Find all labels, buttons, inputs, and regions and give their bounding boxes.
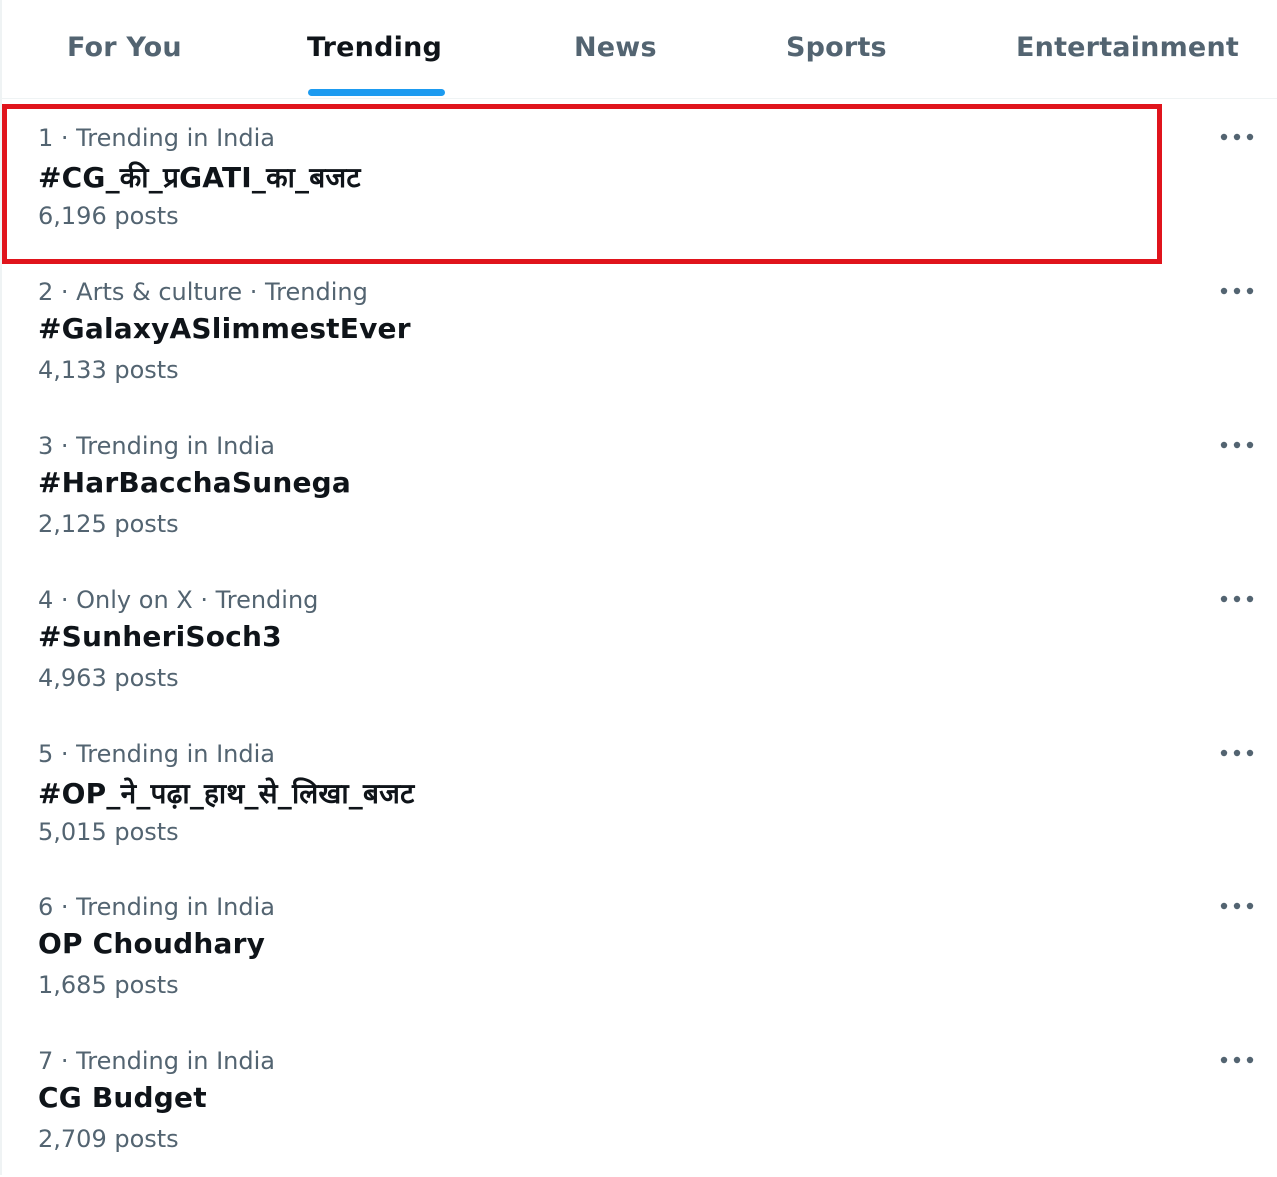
more-options-button[interactable] — [1217, 427, 1257, 463]
trend-post-count: 2,125 posts — [38, 510, 179, 538]
more-options-button[interactable] — [1217, 273, 1257, 309]
trend-post-count: 6,196 posts — [38, 202, 179, 230]
trend-item[interactable]: 2 · Arts & culture · Trending #GalaxyASl… — [2, 255, 1275, 408]
trend-post-count: 4,963 posts — [38, 664, 179, 692]
more-horizontal-icon — [1220, 595, 1254, 603]
tab-label: News — [574, 32, 657, 63]
trend-item[interactable]: 1 · Trending in India #CG_की_प्रGATI_का_… — [2, 101, 1275, 254]
active-tab-indicator — [308, 89, 445, 96]
tab-sports[interactable]: Sports — [762, 0, 922, 98]
tab-label: Sports — [786, 32, 887, 63]
trend-title: #SunheriSoch3 — [38, 620, 282, 653]
tab-label: Trending — [307, 32, 443, 63]
trend-item[interactable]: 7 · Trending in India CG Budget 2,709 po… — [2, 1024, 1275, 1177]
trend-context: 2 · Arts & culture · Trending — [38, 278, 368, 306]
more-horizontal-icon — [1220, 749, 1254, 757]
more-horizontal-icon — [1220, 1056, 1254, 1064]
tab-label: Entertainment — [1016, 32, 1239, 63]
more-options-button[interactable] — [1217, 888, 1257, 924]
trend-context: 1 · Trending in India — [38, 124, 275, 152]
trend-context: 6 · Trending in India — [38, 893, 275, 921]
trend-title: #CG_की_प्रGATI_का_बजट — [38, 161, 361, 194]
more-options-button[interactable] — [1217, 1042, 1257, 1078]
trend-item[interactable]: 3 · Trending in India #HarBacchaSunega 2… — [2, 409, 1275, 562]
more-horizontal-icon — [1220, 902, 1254, 910]
tab-entertainment[interactable]: Entertainment — [992, 0, 1272, 98]
trend-title: OP Choudhary — [38, 927, 266, 960]
trend-item[interactable]: 6 · Trending in India OP Choudhary 1,685… — [2, 870, 1275, 1023]
trend-post-count: 5,015 posts — [38, 818, 179, 846]
more-options-button[interactable] — [1217, 735, 1257, 771]
tab-for-you[interactable]: For You — [42, 0, 212, 98]
more-horizontal-icon — [1220, 287, 1254, 295]
trend-post-count: 1,685 posts — [38, 971, 179, 999]
more-horizontal-icon — [1220, 133, 1254, 141]
more-options-button[interactable] — [1217, 581, 1257, 617]
more-options-button[interactable] — [1217, 119, 1257, 155]
trend-context: 4 · Only on X · Trending — [38, 586, 319, 614]
trend-context: 7 · Trending in India — [38, 1047, 275, 1075]
trend-context: 5 · Trending in India — [38, 740, 275, 768]
trend-post-count: 2,709 posts — [38, 1125, 179, 1153]
trend-title: #OP_ने_पढ़ा_हाथ_से_लिखा_बजट — [38, 777, 415, 810]
trend-item[interactable]: 4 · Only on X · Trending #SunheriSoch3 4… — [2, 563, 1275, 716]
explore-tabs: For You Trending News Sports Entertainme… — [2, 0, 1277, 99]
tab-news[interactable]: News — [547, 0, 687, 98]
trend-context: 3 · Trending in India — [38, 432, 275, 460]
trend-post-count: 4,133 posts — [38, 356, 179, 384]
trend-item[interactable]: 5 · Trending in India #OP_ने_पढ़ा_हाथ_से… — [2, 717, 1275, 870]
trend-title: CG Budget — [38, 1081, 207, 1114]
trend-title: #HarBacchaSunega — [38, 466, 352, 499]
tab-label: For You — [67, 32, 182, 63]
trend-title: #GalaxyASlimmestEver — [38, 312, 411, 345]
more-horizontal-icon — [1220, 441, 1254, 449]
tab-trending[interactable]: Trending — [282, 0, 472, 98]
